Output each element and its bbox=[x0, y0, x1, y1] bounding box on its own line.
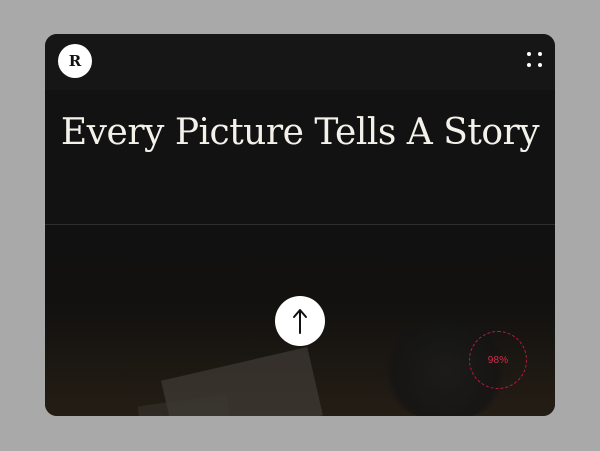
progress-label: 98% bbox=[487, 354, 509, 366]
arrow-up-icon bbox=[293, 309, 307, 334]
logo-letter: R bbox=[68, 52, 82, 70]
hero-title: Every Picture Tells A Story bbox=[60, 112, 540, 153]
hero-section: Every Picture Tells A Story bbox=[45, 90, 555, 224]
logo-icon[interactable]: R bbox=[58, 44, 92, 78]
top-bar: R bbox=[45, 34, 555, 90]
menu-grid-icon[interactable] bbox=[527, 52, 543, 68]
menu-dot bbox=[527, 52, 531, 56]
menu-dot bbox=[527, 63, 531, 67]
scroll-to-top-button[interactable] bbox=[275, 296, 325, 346]
menu-dot bbox=[538, 52, 542, 56]
app-card: R Every Picture Tells A Story 98% bbox=[45, 34, 555, 416]
menu-dot bbox=[538, 63, 542, 67]
scroll-progress-indicator: 98% bbox=[469, 331, 527, 389]
